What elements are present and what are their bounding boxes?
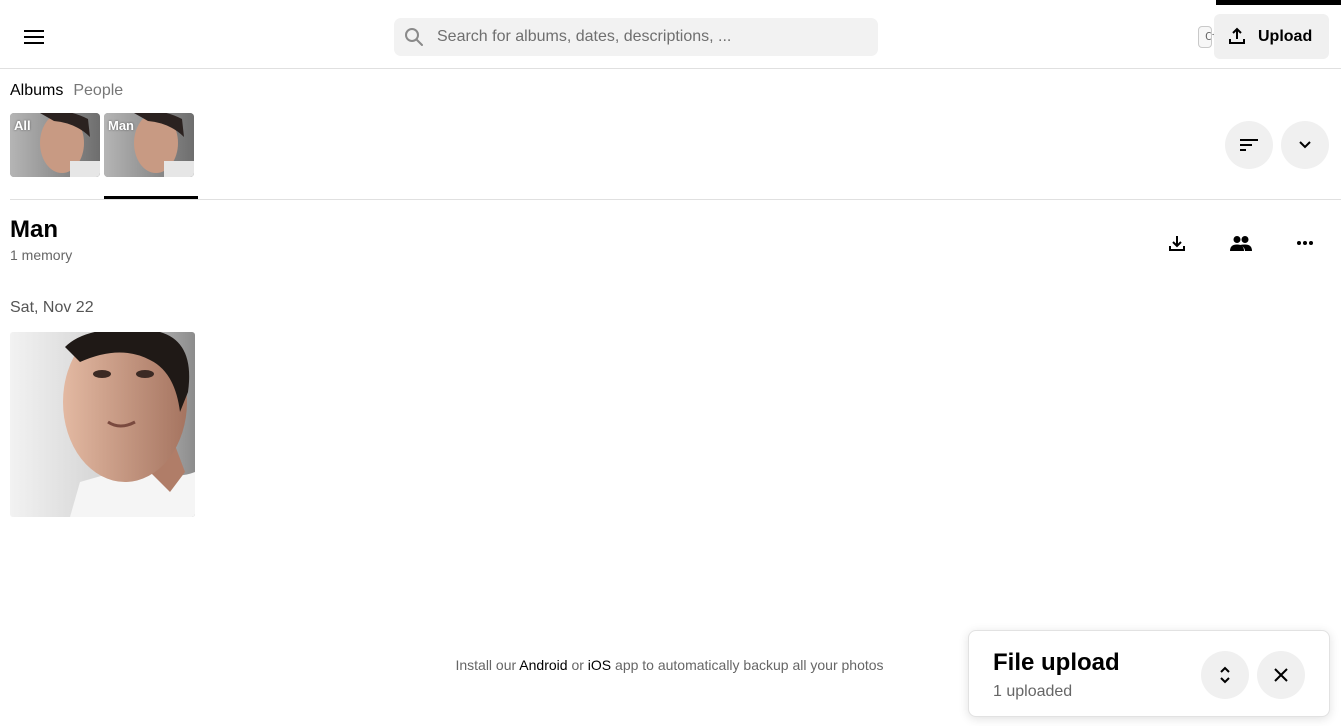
album-label-all: All: [14, 118, 31, 133]
portrait-photo: [10, 332, 195, 517]
footer-text-prefix: Install our: [455, 657, 520, 673]
expand-upload-panel-button[interactable]: [1201, 651, 1249, 699]
photo-thumbnail[interactable]: [10, 332, 195, 517]
top-bar: Search for albums, dates, descriptions, …: [0, 0, 1341, 69]
close-upload-panel-button[interactable]: [1257, 651, 1305, 699]
upload-panel-title: File upload: [993, 649, 1120, 676]
tab-people[interactable]: People: [73, 82, 123, 100]
download-button[interactable]: [1162, 228, 1192, 258]
chevron-down-icon: [1299, 141, 1311, 149]
divider: [10, 199, 1341, 200]
sort-button[interactable]: [1225, 121, 1273, 169]
footer-text-suffix: app to automatically backup all your pho…: [611, 657, 884, 673]
sort-icon: [1240, 139, 1258, 151]
album-thumb-man[interactable]: Man: [104, 113, 194, 177]
album-title: Man: [10, 216, 58, 243]
more-horizontal-icon: [1297, 241, 1313, 245]
download-icon: [1169, 236, 1185, 251]
ios-link[interactable]: iOS: [588, 657, 611, 673]
share-button[interactable]: [1226, 228, 1256, 258]
tab-albums[interactable]: Albums: [10, 82, 63, 100]
search-shortcut-hint: Ctrl + K: [1198, 26, 1258, 48]
upload-button[interactable]: Upload: [1214, 14, 1329, 59]
menu-button[interactable]: [14, 18, 54, 56]
album-label-man: Man: [108, 118, 134, 133]
upload-panel-status: 1 uploaded: [993, 683, 1073, 700]
expand-collapse-icon: [1220, 666, 1230, 684]
people-icon: [1230, 236, 1252, 251]
search-input[interactable]: Search for albums, dates, descriptions, …: [437, 28, 731, 46]
android-link[interactable]: Android: [519, 657, 567, 673]
upload-icon: [1229, 27, 1245, 44]
expand-albums-button[interactable]: [1281, 121, 1329, 169]
upload-button-label: Upload: [1258, 28, 1313, 45]
close-icon: [1274, 668, 1288, 682]
footer-text-mid: or: [567, 657, 588, 673]
menu-icon: [24, 30, 44, 44]
file-upload-panel: File upload 1 uploaded: [968, 630, 1330, 717]
date-group-label: Sat, Nov 22: [10, 299, 94, 316]
search-bar[interactable]: Search for albums, dates, descriptions, …: [394, 18, 1258, 56]
section-tabs: Albums People: [10, 82, 123, 100]
search-icon: [405, 28, 423, 46]
album-thumb-all[interactable]: All: [10, 113, 100, 177]
upload-accent-line: [1216, 0, 1341, 5]
more-options-button[interactable]: [1290, 228, 1320, 258]
album-memory-count: 1 memory: [10, 247, 73, 263]
